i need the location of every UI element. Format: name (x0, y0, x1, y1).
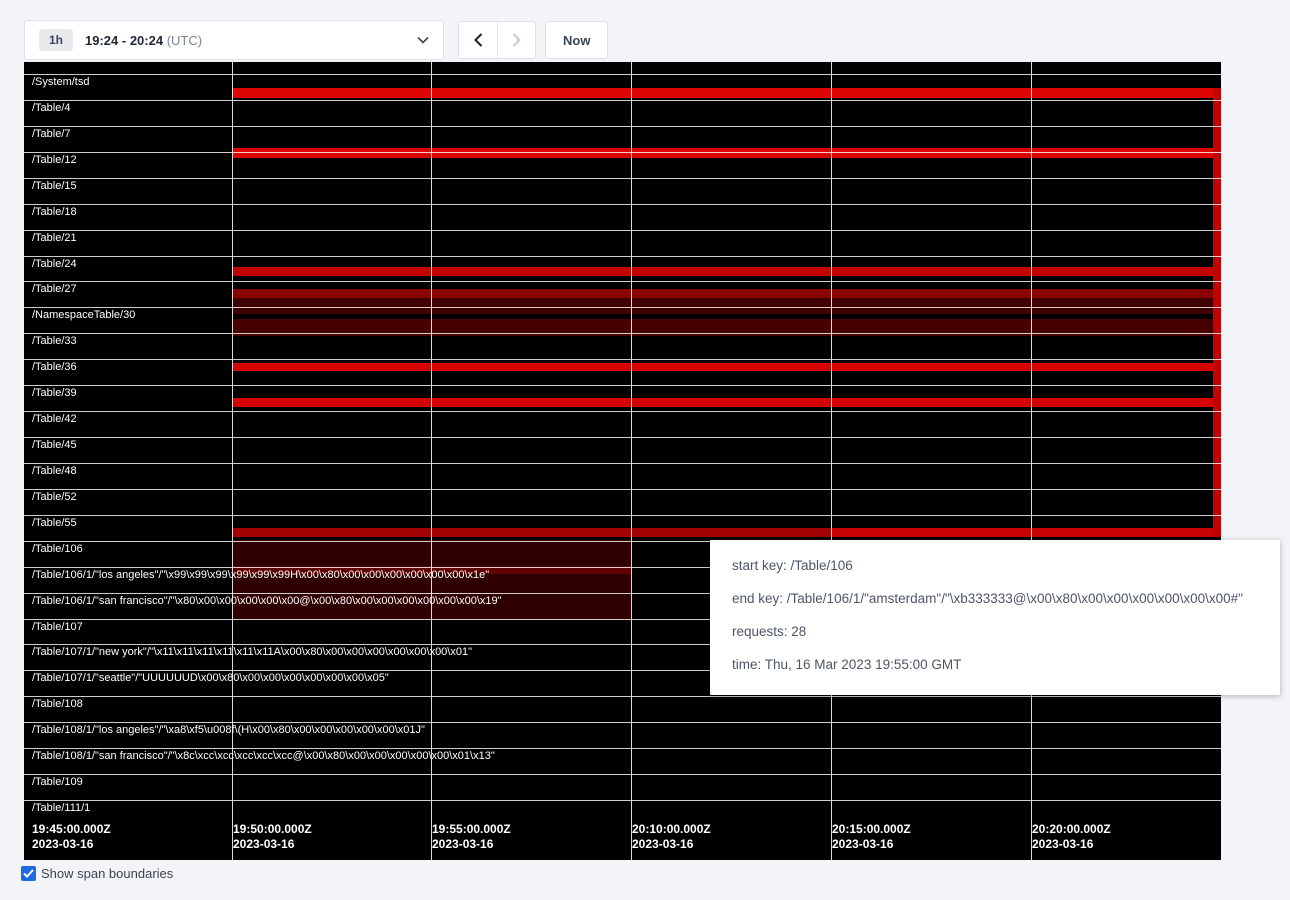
time-gridline (631, 62, 632, 860)
time-tick-label: 19:50:00.000Z2023-03-16 (233, 822, 312, 852)
span-boundary-line (24, 333, 1221, 334)
span-boundary-line (24, 126, 1221, 127)
span-boundary-line (24, 230, 1221, 231)
span-boundary-line (24, 307, 1221, 308)
span-boundary-line (24, 515, 1221, 516)
span-key-label: /Table/36 (32, 361, 77, 373)
time-gridline (831, 62, 832, 860)
span-boundary-line (24, 489, 1221, 490)
time-tick-label: 20:20:00.000Z2023-03-16 (1032, 822, 1111, 852)
time-range-value: 19:24 - 20:24 (85, 33, 163, 48)
time-gridline (232, 62, 233, 860)
span-key-label: /Table/109 (32, 776, 83, 788)
show-span-boundaries-checkbox[interactable] (21, 866, 36, 881)
span-boundary-line (24, 385, 1221, 386)
span-key-label: /Table/27 (32, 283, 77, 295)
check-icon (23, 869, 34, 878)
span-boundary-line (24, 359, 1221, 360)
span-key-label: /Table/45 (32, 439, 77, 451)
time-range-dropdown[interactable]: 1h 19:24 - 20:24 (UTC) (24, 20, 444, 60)
span-key-label: /Table/18 (32, 206, 77, 218)
chevron-right-icon (512, 33, 521, 47)
span-key-label: /NamespaceTable/30 (32, 309, 135, 321)
span-key-label: /Table/24 (32, 258, 77, 270)
tooltip-requests: requests: 28 (732, 622, 1258, 642)
span-boundary-line (24, 204, 1221, 205)
span-boundary-line (24, 774, 1221, 775)
span-boundary-line (24, 152, 1221, 153)
span-key-label: /Table/48 (32, 465, 77, 477)
span-boundaries-control[interactable]: Show span boundaries (21, 866, 173, 881)
time-tick-label: 19:55:00.000Z2023-03-16 (432, 822, 511, 852)
span-boundary-line (24, 178, 1221, 179)
span-key-label: /Table/21 (32, 232, 77, 244)
span-key-label: /Table/39 (32, 387, 77, 399)
time-range-text: 19:24 - 20:24 (UTC) (85, 33, 202, 48)
heat-band[interactable] (232, 88, 1221, 98)
span-key-label: /Table/108/1/"san francisco"/"\x8c\xcc\x… (32, 750, 495, 762)
span-boundary-line (24, 696, 1221, 697)
span-key-label: /Table/12 (32, 154, 77, 166)
span-boundary-line (24, 748, 1221, 749)
tooltip-time: time: Thu, 16 Mar 2023 19:55:00 GMT (732, 655, 1258, 675)
span-key-label: /Table/108 (32, 698, 83, 710)
span-key-label: /Table/4 (32, 102, 71, 114)
span-key-label: /Table/33 (32, 335, 77, 347)
span-key-label: /Table/55 (32, 517, 77, 529)
tooltip-end-key: end key: /Table/106/1/"amsterdam"/"\xb33… (732, 589, 1258, 609)
span-key-label: /Table/52 (32, 491, 77, 503)
span-boundary-line (24, 800, 1221, 801)
span-key-label: /Table/106 (32, 543, 83, 555)
show-span-boundaries-label: Show span boundaries (41, 866, 173, 881)
time-tick-label: 20:15:00.000Z2023-03-16 (832, 822, 911, 852)
span-boundary-line (24, 74, 1221, 75)
span-key-label: /Table/106/1/"los angeles"/"\x99\x99\x99… (32, 569, 489, 581)
heat-band[interactable] (232, 398, 1221, 407)
span-key-label: /Table/15 (32, 180, 77, 192)
span-key-label: /Table/108/1/"los angeles"/"\xa8\xf5\u00… (32, 724, 425, 736)
heat-band[interactable] (1213, 88, 1221, 537)
key-visualizer-canvas[interactable]: /System/tsd/Table/4/Table/7/Table/12/Tab… (24, 62, 1221, 860)
time-window-nav (458, 21, 536, 59)
span-key-label: /Table/7 (32, 128, 71, 140)
span-key-label: /Table/42 (32, 413, 77, 425)
chevron-left-icon (474, 33, 483, 47)
prev-time-window-button[interactable] (459, 22, 497, 58)
heat-band[interactable] (232, 148, 1221, 158)
span-tooltip: start key: /Table/106 end key: /Table/10… (710, 540, 1280, 695)
span-key-label: /Table/111/1 (32, 802, 90, 814)
heat-band[interactable] (232, 289, 1221, 298)
heat-band[interactable] (232, 298, 1221, 314)
key-visualizer-page: 1h 19:24 - 20:24 (UTC) Now /System/tsd/T… (0, 0, 1290, 900)
span-boundary-line (24, 256, 1221, 257)
time-tick-label: 19:45:00.000Z2023-03-16 (32, 822, 111, 852)
time-gridline (1031, 62, 1032, 860)
heat-band[interactable] (232, 267, 1221, 276)
time-range-timezone: (UTC) (167, 33, 202, 48)
span-boundary-line (24, 100, 1221, 101)
next-time-window-button[interactable] (497, 22, 535, 58)
span-key-label: /System/tsd (32, 76, 89, 88)
span-boundary-line (24, 463, 1221, 464)
span-key-label: /Table/107/1/"seattle"/"UUUUUUD\x00\x80\… (32, 672, 389, 684)
time-gridline (431, 62, 432, 860)
span-key-label: /Table/107/1/"new york"/"\x11\x11\x11\x1… (32, 646, 472, 658)
heat-band[interactable] (831, 528, 1221, 537)
span-boundary-line (24, 722, 1221, 723)
tooltip-start-key: start key: /Table/106 (732, 556, 1258, 576)
chevron-down-icon (417, 36, 429, 44)
now-button[interactable]: Now (545, 21, 608, 59)
time-tick-label: 20:10:00.000Z2023-03-16 (632, 822, 711, 852)
heat-band[interactable] (232, 363, 1221, 371)
span-boundary-line (24, 437, 1221, 438)
span-key-label: /Table/107 (32, 621, 83, 633)
span-boundary-line (24, 281, 1221, 282)
span-key-label: /Table/106/1/"san francisco"/"\x80\x00\x… (32, 595, 502, 607)
time-range-preset-badge: 1h (39, 29, 73, 51)
span-boundary-line (24, 411, 1221, 412)
